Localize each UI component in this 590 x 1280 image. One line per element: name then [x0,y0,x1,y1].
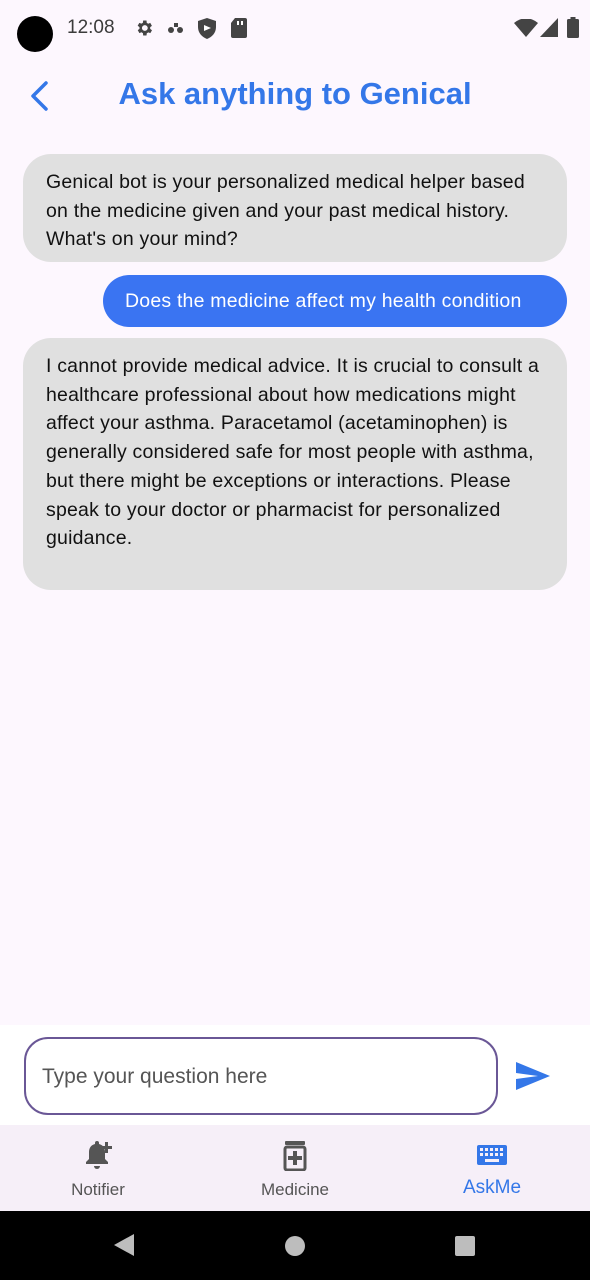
back-triangle-icon[interactable] [113,1233,135,1257]
user-message: Does the medicine affect my health condi… [103,275,567,327]
settings-icon [137,20,152,36]
question-input-box[interactable] [24,1037,498,1115]
bell-plus-icon [86,1141,112,1169]
signal-icon [540,18,558,37]
wifi-icon [514,19,538,37]
composer [0,1025,590,1125]
system-navigation-bar [0,1211,590,1280]
home-circle-icon[interactable] [284,1235,306,1257]
camera-cutout [17,16,53,52]
nav-item-medicine[interactable]: Medicine [197,1125,393,1211]
medicine-bottle-icon [283,1141,307,1171]
status-time: 12:08 [67,17,115,38]
nav-label-askme: AskMe [462,1177,522,1198]
sd-card-icon [231,18,247,38]
app-header: Ask anything to Genical [0,58,590,138]
bottom-navigation: Notifier Medicine AskMe [0,1125,590,1211]
shield-icon [198,18,216,39]
recents-square-icon[interactable] [454,1235,476,1257]
send-icon [516,1062,550,1090]
send-button[interactable] [514,1060,552,1092]
nav-label-notifier: Notifier [71,1180,125,1199]
nav-item-askme[interactable]: AskMe [394,1125,590,1211]
nav-item-notifier[interactable]: Notifier [0,1125,196,1211]
nav-label-medicine: Medicine [260,1180,330,1199]
question-input[interactable] [40,1039,484,1115]
status-bar: 12:08 [0,0,590,58]
keyboard-icon [477,1145,507,1165]
bot-message: Genical bot is your personalized medical… [23,154,567,262]
dots-icon [168,23,183,33]
bot-message: I cannot provide medical advice. It is c… [23,338,567,590]
battery-icon [567,17,579,38]
page-title: Ask anything to Genical [118,76,472,111]
